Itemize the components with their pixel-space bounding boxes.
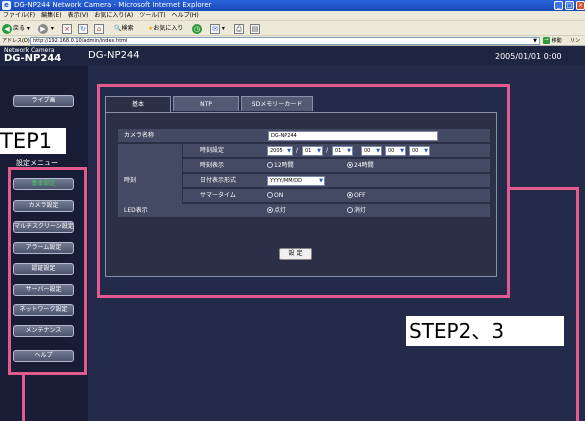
step23-connector-h <box>510 187 579 190</box>
refresh-button[interactable]: ↻ <box>78 23 88 34</box>
stop-button[interactable]: × <box>62 23 72 34</box>
menu-bar: ファイル(F) 編集(E) 表示(V) お気に入り(A) ツール(T) ヘルプ(… <box>0 11 585 21</box>
browser-toolbar: ◀ 戻る ▾ ▶ ▾ × ↻ ⌂ 🔍検索 ★お気に入り ◷ ✉ ▾ ⎙ ▤ <box>0 21 585 36</box>
menu-view[interactable]: 表示(V) <box>68 11 89 20</box>
menu-favorites[interactable]: お気に入り(A) <box>94 11 133 20</box>
camera-datetime: 2005/01/01 0:00 <box>495 52 562 61</box>
history-icon: ◷ <box>192 23 202 34</box>
ie-icon: e <box>2 1 11 10</box>
print-icon: ⎙ <box>234 23 244 34</box>
favorites-button[interactable]: ★お気に入り <box>148 23 183 34</box>
step1-pointer-line <box>22 375 25 421</box>
browser-titlebar: e DG-NP244 Network Camera - Microsoft In… <box>0 0 585 11</box>
links-label[interactable]: リン <box>570 36 580 46</box>
maximize-button[interactable]: □ <box>565 1 574 10</box>
forward-button[interactable]: ▶ ▾ <box>38 23 54 34</box>
go-button[interactable]: → 移動 <box>543 37 565 45</box>
print-button[interactable]: ⎙ <box>234 23 244 34</box>
home-icon: ⌂ <box>94 23 104 34</box>
menu-help[interactable]: ヘルプ(H) <box>172 11 199 20</box>
mail-button[interactable]: ✉ ▾ <box>210 23 225 34</box>
close-button[interactable]: × <box>576 1 585 10</box>
address-input[interactable]: http://192.168.0.10/admin/index.html <box>30 37 540 45</box>
edit-icon: ▤ <box>250 23 260 34</box>
window-title: DG-NP244 Network Camera - Microsoft Inte… <box>14 1 212 9</box>
step23-label: STEP2、3 <box>406 316 564 346</box>
menu-file[interactable]: ファイル(F) <box>3 11 35 20</box>
address-dropdown-icon[interactable]: ▼ <box>531 37 539 45</box>
home-button[interactable]: ⌂ <box>94 23 104 34</box>
forward-arrow-icon: ▶ <box>38 23 48 34</box>
back-button[interactable]: ◀ 戻る ▾ <box>2 23 30 34</box>
edit-button[interactable]: ▤ <box>250 23 260 34</box>
menu-edit[interactable]: 編集(E) <box>41 11 61 20</box>
search-button[interactable]: 🔍検索 <box>114 23 134 34</box>
refresh-icon: ↻ <box>78 23 88 34</box>
address-bar: アドレス(D) http://192.168.0.10/admin/index.… <box>0 36 585 46</box>
step23-connector-v <box>576 187 579 421</box>
model-name: DG-NP244 <box>88 50 140 61</box>
step1-highlight-box <box>8 167 87 375</box>
stop-icon: × <box>62 23 72 34</box>
mail-icon: ✉ <box>210 23 220 34</box>
back-arrow-icon: ◀ <box>2 23 12 34</box>
step23-highlight-box <box>97 84 510 298</box>
history-button[interactable]: ◷ <box>192 23 203 34</box>
go-arrow-icon: → <box>543 37 550 44</box>
brand-title: DG-NP244 <box>4 53 62 64</box>
camera-header: Network Camera DG-NP244 DG-NP244 2005/01… <box>0 46 585 66</box>
minimize-button[interactable]: _ <box>554 1 563 10</box>
address-label: アドレス(D) <box>2 38 30 44</box>
step1-label: TEP1 <box>0 128 66 154</box>
menu-tools[interactable]: ツール(T) <box>139 11 165 20</box>
live-view-button[interactable]: ライブ画 <box>13 95 74 107</box>
